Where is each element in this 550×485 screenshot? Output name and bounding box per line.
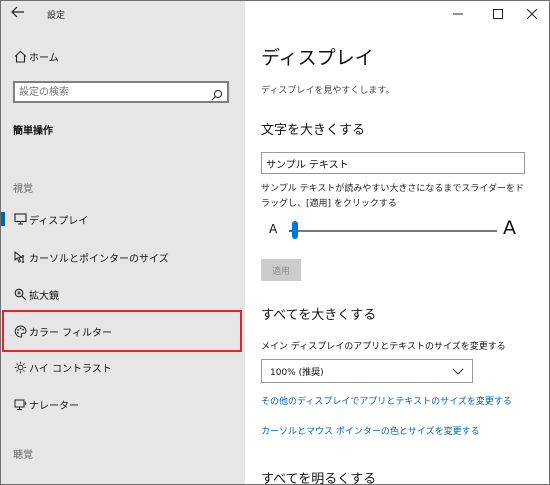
brightness-icon [13,360,27,374]
search-box[interactable] [13,81,229,103]
page-title: ディスプレイ [261,47,374,69]
monitor-icon [13,212,27,226]
main-content: ディスプレイ ディスプレイを見やすくします。 文字を大きくする サンプル テキス… [245,1,549,484]
scale-dropdown-value: 100% (推奨) [270,367,324,378]
close-button[interactable] [517,5,547,23]
maximize-button[interactable] [483,5,513,23]
sidebar-item-label: ディスプレイ [29,215,89,227]
pointer-icon [13,250,27,264]
scale-dropdown[interactable]: 100% (推奨) [261,359,473,383]
sidebar-item-high-contrast[interactable]: ハイ コントラスト [1,349,245,385]
sidebar-item-label: 拡大鏡 [29,290,59,302]
link-cursor-settings[interactable]: カーソルとマウス ポインターの色とサイズを変更する [261,424,480,437]
page-subtitle: ディスプレイを見やすくします。 [261,86,395,96]
slider-max-label: A [503,217,516,239]
sidebar: 設定 ホーム 簡単操作 視覚 [1,1,245,484]
sidebar-item-home[interactable]: ホーム [1,38,245,74]
group-label-hearing: 聴覚 [13,450,33,461]
link-other-displays[interactable]: その他のディスプレイでアプリとテキストのサイズを変更する [261,394,512,407]
magnifier-icon [13,287,27,301]
minimize-button[interactable] [443,5,473,23]
search-input[interactable] [19,85,199,99]
section-heading-text-size: 文字を大きくする [261,123,366,138]
apply-button[interactable]: 適用 [261,259,301,281]
back-button[interactable] [11,5,31,23]
sidebar-item-label: ナレーター [29,400,79,412]
maximize-icon [493,9,503,19]
sample-text-input[interactable] [261,152,525,174]
slider-min-label: A [269,222,278,236]
text-size-slider-track[interactable] [289,230,497,232]
category-title: 簡単操作 [13,126,53,137]
minimize-icon [453,13,463,15]
highlight-frame [2,310,242,352]
text-size-slider-thumb[interactable] [292,221,299,239]
search-icon[interactable] [211,86,223,101]
settings-window: 設定 ホーム 簡単操作 視覚 [0,0,550,485]
back-arrow-icon [11,6,24,18]
sidebar-item-narrator[interactable]: ナレーター [1,386,245,422]
chevron-down-icon [452,368,464,375]
narrator-icon [13,397,27,411]
home-icon [13,49,27,63]
sidebar-item-display[interactable]: ディスプレイ [1,201,245,237]
text-size-description: サンプル テキストが読みやすい大きさになるまでスライダーをドラッグし、[適用] … [261,184,524,209]
section-heading-everything-bigger: すべてを大きくする [261,308,377,323]
group-label-vision: 視覚 [13,184,33,195]
app-title: 設定 [47,11,66,21]
sidebar-item-label: カーソルとポインターのサイズ [29,253,169,265]
sidebar-item-label: ホーム [29,52,59,64]
scale-label: メイン ディスプレイのアプリとテキストのサイズを変更する [261,342,506,352]
sidebar-item-label: ハイ コントラスト [29,363,112,375]
close-icon [527,9,537,19]
sidebar-item-cursor[interactable]: カーソルとポインターのサイズ [1,239,245,275]
section-heading-brighter: すべてを明るくする [261,472,377,485]
sidebar-item-magnifier[interactable]: 拡大鏡 [1,276,245,312]
